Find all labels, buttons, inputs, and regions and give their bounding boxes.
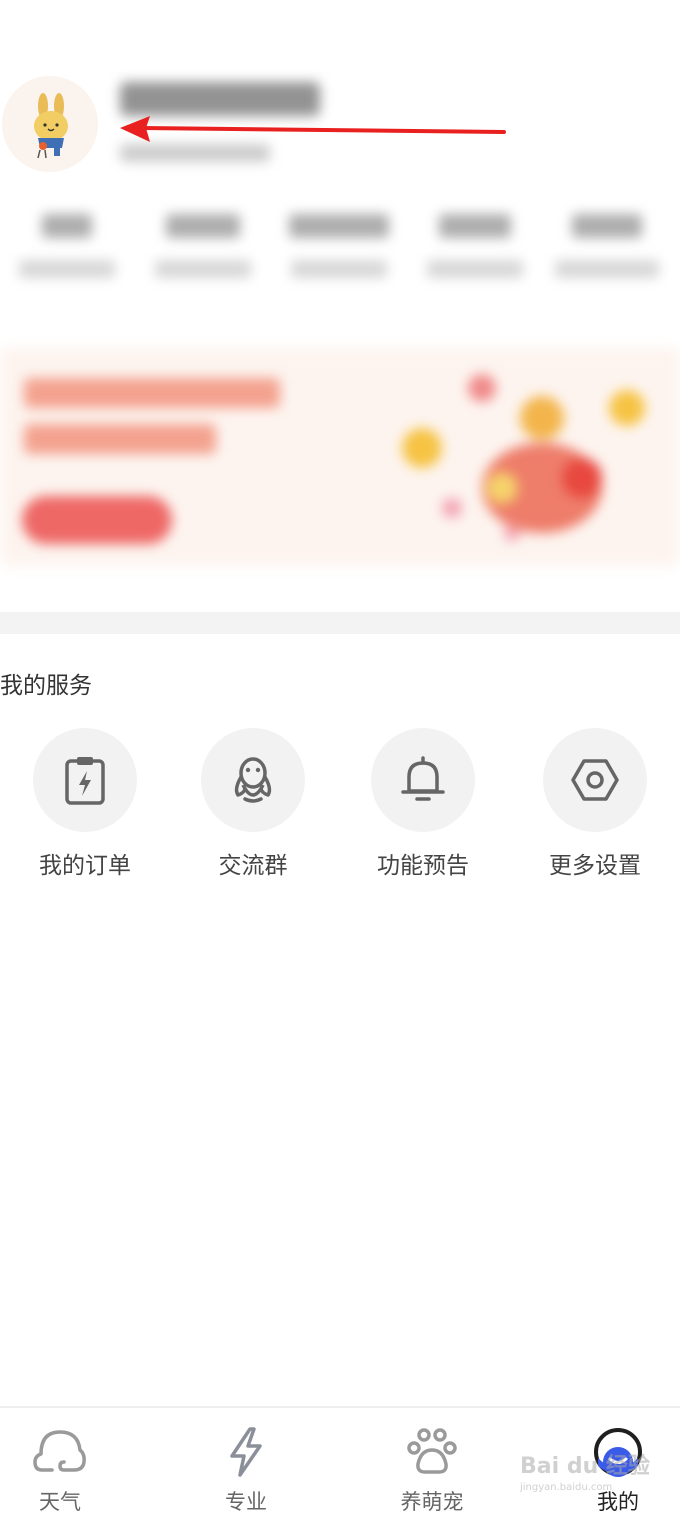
service-icon-circle <box>33 728 137 832</box>
service-label: 我的订单 <box>39 853 131 879</box>
stat-item[interactable] <box>12 214 122 278</box>
banner-button[interactable] <box>22 496 172 544</box>
service-more-settings[interactable]: 更多设置 <box>510 728 680 880</box>
stat-item[interactable] <box>552 214 662 278</box>
service-chat-group[interactable]: 交流群 <box>168 728 338 880</box>
service-label: 交流群 <box>218 853 288 879</box>
service-label: 更多设置 <box>549 853 641 879</box>
profile-name <box>120 82 320 116</box>
annotation-arrow <box>120 116 506 142</box>
stat-item[interactable] <box>420 214 530 278</box>
service-icon-circle <box>201 728 305 832</box>
stat-value <box>166 214 240 238</box>
tab-pets[interactable]: 养萌宠 <box>372 1424 492 1516</box>
watermark: Bai du 经验 jingyan.baidu.com <box>520 1448 650 1493</box>
banner-illustration <box>402 374 645 541</box>
service-my-orders[interactable]: 我的订单 <box>0 728 170 880</box>
banner-title <box>24 378 280 408</box>
stats-row <box>0 214 680 304</box>
stat-label <box>555 260 659 278</box>
stat-label <box>291 260 387 278</box>
settings-hexagon-icon <box>571 759 619 801</box>
service-icon-circle <box>371 728 475 832</box>
banner-subtitle <box>24 424 216 454</box>
paw-icon <box>407 1428 457 1474</box>
tab-weather[interactable]: 天气 <box>0 1424 120 1516</box>
lightning-icon <box>230 1427 262 1477</box>
stat-item[interactable] <box>284 214 394 278</box>
tab-label: 专业 <box>225 1490 267 1514</box>
tab-label: 养萌宠 <box>400 1490 464 1514</box>
stat-label <box>427 260 523 278</box>
bunny-avatar-icon <box>34 93 68 159</box>
qq-penguin-icon <box>234 757 272 803</box>
stat-value <box>289 214 389 238</box>
tab-label: 天气 <box>39 1490 81 1514</box>
stat-value <box>42 214 92 238</box>
service-label: 功能预告 <box>377 853 469 879</box>
stat-item[interactable] <box>148 214 258 278</box>
services-title: 我的服务 <box>0 673 92 699</box>
stat-value <box>572 214 642 238</box>
bell-icon <box>401 756 445 801</box>
stat-label <box>19 260 115 278</box>
clipboard-icon <box>65 757 105 805</box>
service-icon-circle <box>543 728 647 832</box>
service-feature-preview[interactable]: 功能预告 <box>338 728 508 880</box>
section-divider <box>0 612 680 634</box>
promo-banner[interactable] <box>0 348 680 566</box>
tab-pro[interactable]: 专业 <box>186 1424 306 1516</box>
stat-value <box>439 214 511 238</box>
stat-label <box>155 260 251 278</box>
weather-icon <box>33 1430 86 1472</box>
watermark-url: jingyan.baidu.com <box>520 1482 613 1493</box>
watermark-text: Bai du 经验 <box>520 1454 650 1479</box>
avatar[interactable] <box>2 76 98 172</box>
